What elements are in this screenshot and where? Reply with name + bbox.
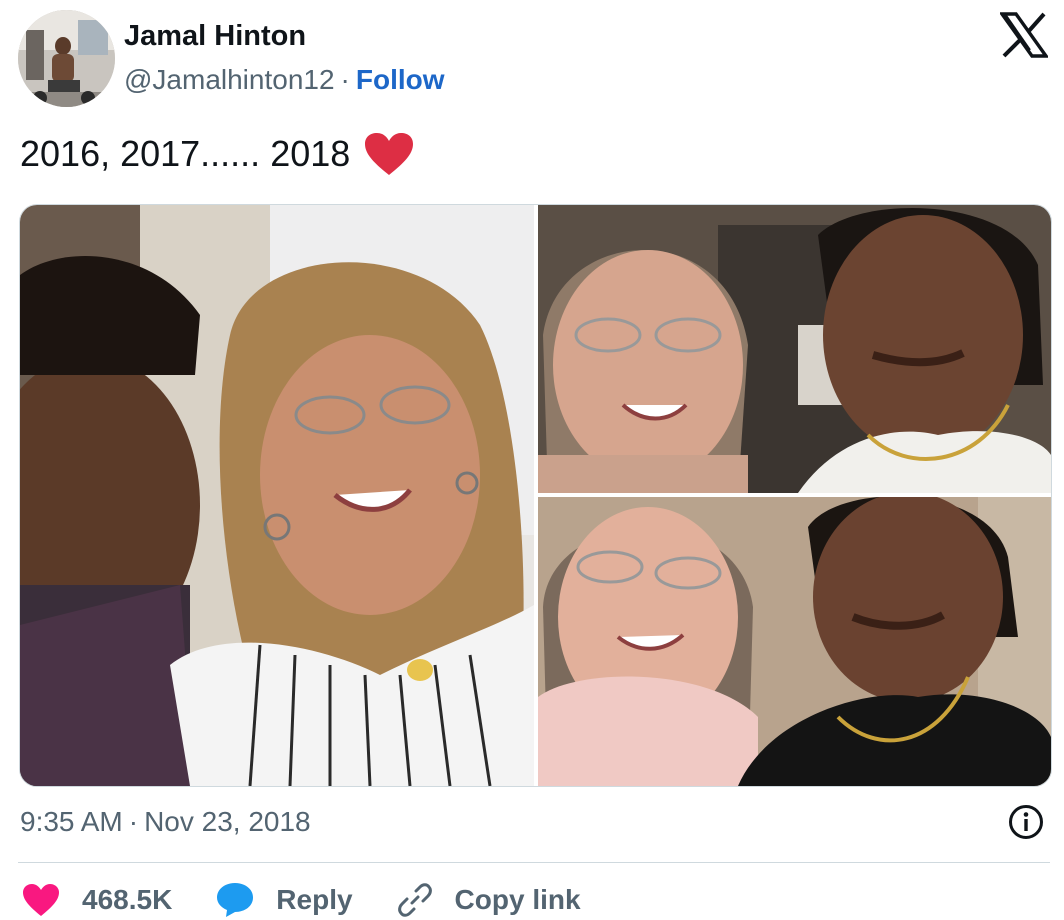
media-grid [19, 204, 1052, 787]
photo-left[interactable] [20, 205, 534, 786]
timestamp-separator: · [128, 806, 139, 837]
tweet-timestamp[interactable]: 9:35 AM · Nov 23, 2018 [20, 806, 311, 838]
tweet-embed: Jamal Hinton @Jamalhinton12 · Follow 2016,… [0, 0, 1064, 918]
link-icon [397, 883, 432, 917]
selfie-photo-2018 [538, 497, 1051, 786]
heart-icon [23, 884, 59, 916]
like-count: 468.5K [82, 884, 173, 915]
reply-label: Reply [276, 884, 353, 915]
tweet-text: 2016, 2017...... 2018 [20, 133, 351, 174]
reply-button[interactable]: Reply [216, 882, 353, 918]
follow-button[interactable]: Follow [356, 64, 445, 95]
copy-link-button[interactable]: Copy link [397, 882, 581, 918]
copy-link-label: Copy link [454, 884, 581, 915]
photo-top-right[interactable] [538, 205, 1051, 493]
tweet-time: 9:35 AM [20, 806, 123, 837]
photo-bottom-right[interactable] [538, 497, 1051, 786]
author-handle[interactable]: @Jamalhinton12 [124, 64, 335, 95]
reply-bubble-icon [217, 883, 254, 917]
tweet-actions: 468.5K Reply Copy link [22, 880, 625, 920]
author-handle-row: @Jamalhinton12 · Follow [124, 64, 445, 96]
selfie-photo-2016 [20, 205, 534, 786]
handle-separator: · [340, 64, 350, 95]
selfie-photo-2017 [538, 205, 1051, 493]
red-heart-emoji-icon [365, 133, 414, 175]
tweet-text-row: 2016, 2017...... 2018 [20, 132, 414, 176]
divider [18, 862, 1050, 863]
like-button[interactable]: 468.5K [22, 883, 172, 917]
info-icon[interactable] [1008, 804, 1044, 840]
author-name[interactable]: Jamal Hinton [124, 20, 306, 53]
tweet-date: Nov 23, 2018 [144, 806, 311, 837]
x-logo-icon[interactable] [1000, 12, 1048, 58]
avatar-image [18, 10, 115, 107]
author-avatar[interactable] [18, 10, 115, 107]
